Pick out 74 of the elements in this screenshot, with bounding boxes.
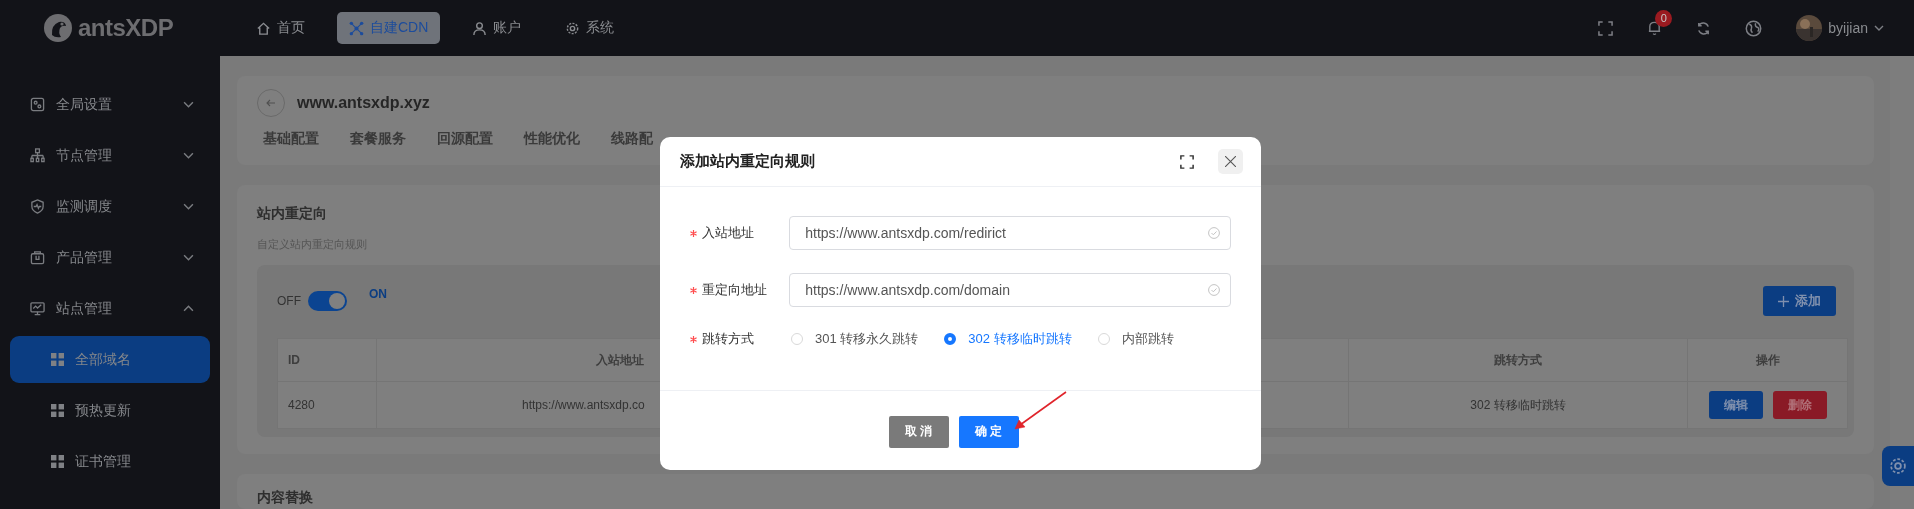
close-icon: [1225, 156, 1236, 167]
switch-off-label: OFF: [277, 294, 301, 308]
sidebar-subitem[interactable]: 证书管理: [10, 438, 210, 485]
table-cell: 4280: [277, 381, 377, 429]
chevron-down-icon: [1874, 23, 1884, 33]
nav-tab[interactable]: 账户: [460, 12, 534, 44]
shield-icon: [30, 199, 45, 214]
sidebar-item[interactable]: 节点管理: [0, 130, 220, 181]
settings-icon: [1888, 456, 1908, 476]
settings-icon: [565, 20, 581, 36]
add-button[interactable]: 添加: [1763, 286, 1836, 316]
fullscreen-icon[interactable]: [1180, 154, 1194, 169]
close-button[interactable]: [1218, 149, 1243, 174]
home-icon: [256, 20, 271, 36]
sidebar-item[interactable]: 监测调度: [0, 181, 220, 232]
confirm-button[interactable]: 确 定: [958, 415, 1019, 448]
chevron-down-icon: [183, 252, 194, 263]
settings-button[interactable]: [1882, 446, 1914, 486]
sidebar-subitem[interactable]: 全部域名: [10, 336, 210, 383]
chevron-down-icon: [183, 150, 194, 161]
monitor-icon: [30, 301, 45, 316]
arrow-left-icon: [266, 98, 276, 108]
chevron-down-icon: [183, 99, 194, 110]
switch-on-label: ON: [368, 287, 388, 303]
radio-option[interactable]: 302 转移临时跳转: [944, 330, 1072, 348]
config-tab[interactable]: 线路配: [611, 130, 653, 148]
plus-icon: [1778, 295, 1789, 307]
toggle-switch[interactable]: [308, 291, 347, 311]
column-header: ID: [277, 338, 377, 382]
radio-option[interactable]: 内部跳转: [1097, 330, 1174, 348]
notification-count: 0: [1655, 10, 1673, 27]
column-header: 跳转方式: [1348, 338, 1688, 382]
network-icon: [349, 20, 364, 36]
sidebar-subitem[interactable]: 预热更新: [10, 387, 210, 434]
section-title: 内容替换: [257, 489, 314, 507]
bell-icon[interactable]: [1647, 20, 1663, 36]
config-tab[interactable]: 性能优化: [524, 130, 580, 148]
user-icon: [472, 20, 488, 36]
dialog-title: 添加站内重定向规则: [680, 152, 816, 171]
settings-panel-icon: [30, 97, 45, 112]
grid-icon: [51, 353, 64, 366]
sidebar-item[interactable]: 站点管理: [0, 283, 220, 334]
config-tab[interactable]: 基础配置: [263, 130, 319, 148]
radio-button[interactable]: [944, 333, 957, 345]
avatar: [1796, 15, 1823, 41]
input-field[interactable]: https://www.antsxdp.com/domain: [789, 273, 1231, 307]
config-tab[interactable]: 回源配置: [437, 130, 493, 148]
edit-button[interactable]: 编辑: [1708, 391, 1763, 419]
grid-icon: [51, 455, 64, 468]
hierarchy-icon: [30, 148, 45, 163]
chevron-down-icon: [183, 201, 194, 212]
section-title: 站内重定向: [257, 205, 328, 223]
field-label: 重定向地址: [702, 281, 767, 299]
fullscreen-icon[interactable]: [1598, 20, 1614, 36]
user-menu[interactable]: byijian: [1796, 15, 1884, 41]
package-icon: [30, 250, 45, 265]
cancel-button[interactable]: 取 消: [888, 415, 949, 448]
logo-text: antsXDP: [78, 14, 174, 42]
ant-logo-icon: [43, 13, 73, 43]
field-label: 入站地址: [702, 224, 754, 242]
sidebar-item[interactable]: 产品管理: [0, 232, 220, 283]
grid-icon: [51, 404, 64, 417]
pointer-arrow: [1014, 391, 1068, 431]
table-cell: 302 转移临时跳转: [1348, 381, 1688, 429]
refresh-icon[interactable]: [1696, 20, 1712, 36]
globe-icon[interactable]: [1745, 19, 1763, 37]
chevron-up-icon: [183, 303, 194, 314]
column-header: 操作: [1687, 338, 1848, 382]
site-domain: www.antsxdp.xyz: [297, 94, 430, 112]
nav-tab[interactable]: 首页: [244, 12, 317, 44]
nav-tab[interactable]: 系统: [553, 12, 627, 44]
config-tab[interactable]: 套餐服务: [350, 130, 406, 148]
sidebar-item[interactable]: 全局设置: [0, 79, 220, 130]
input-field[interactable]: https://www.antsxdp.com/redirict: [789, 216, 1231, 250]
